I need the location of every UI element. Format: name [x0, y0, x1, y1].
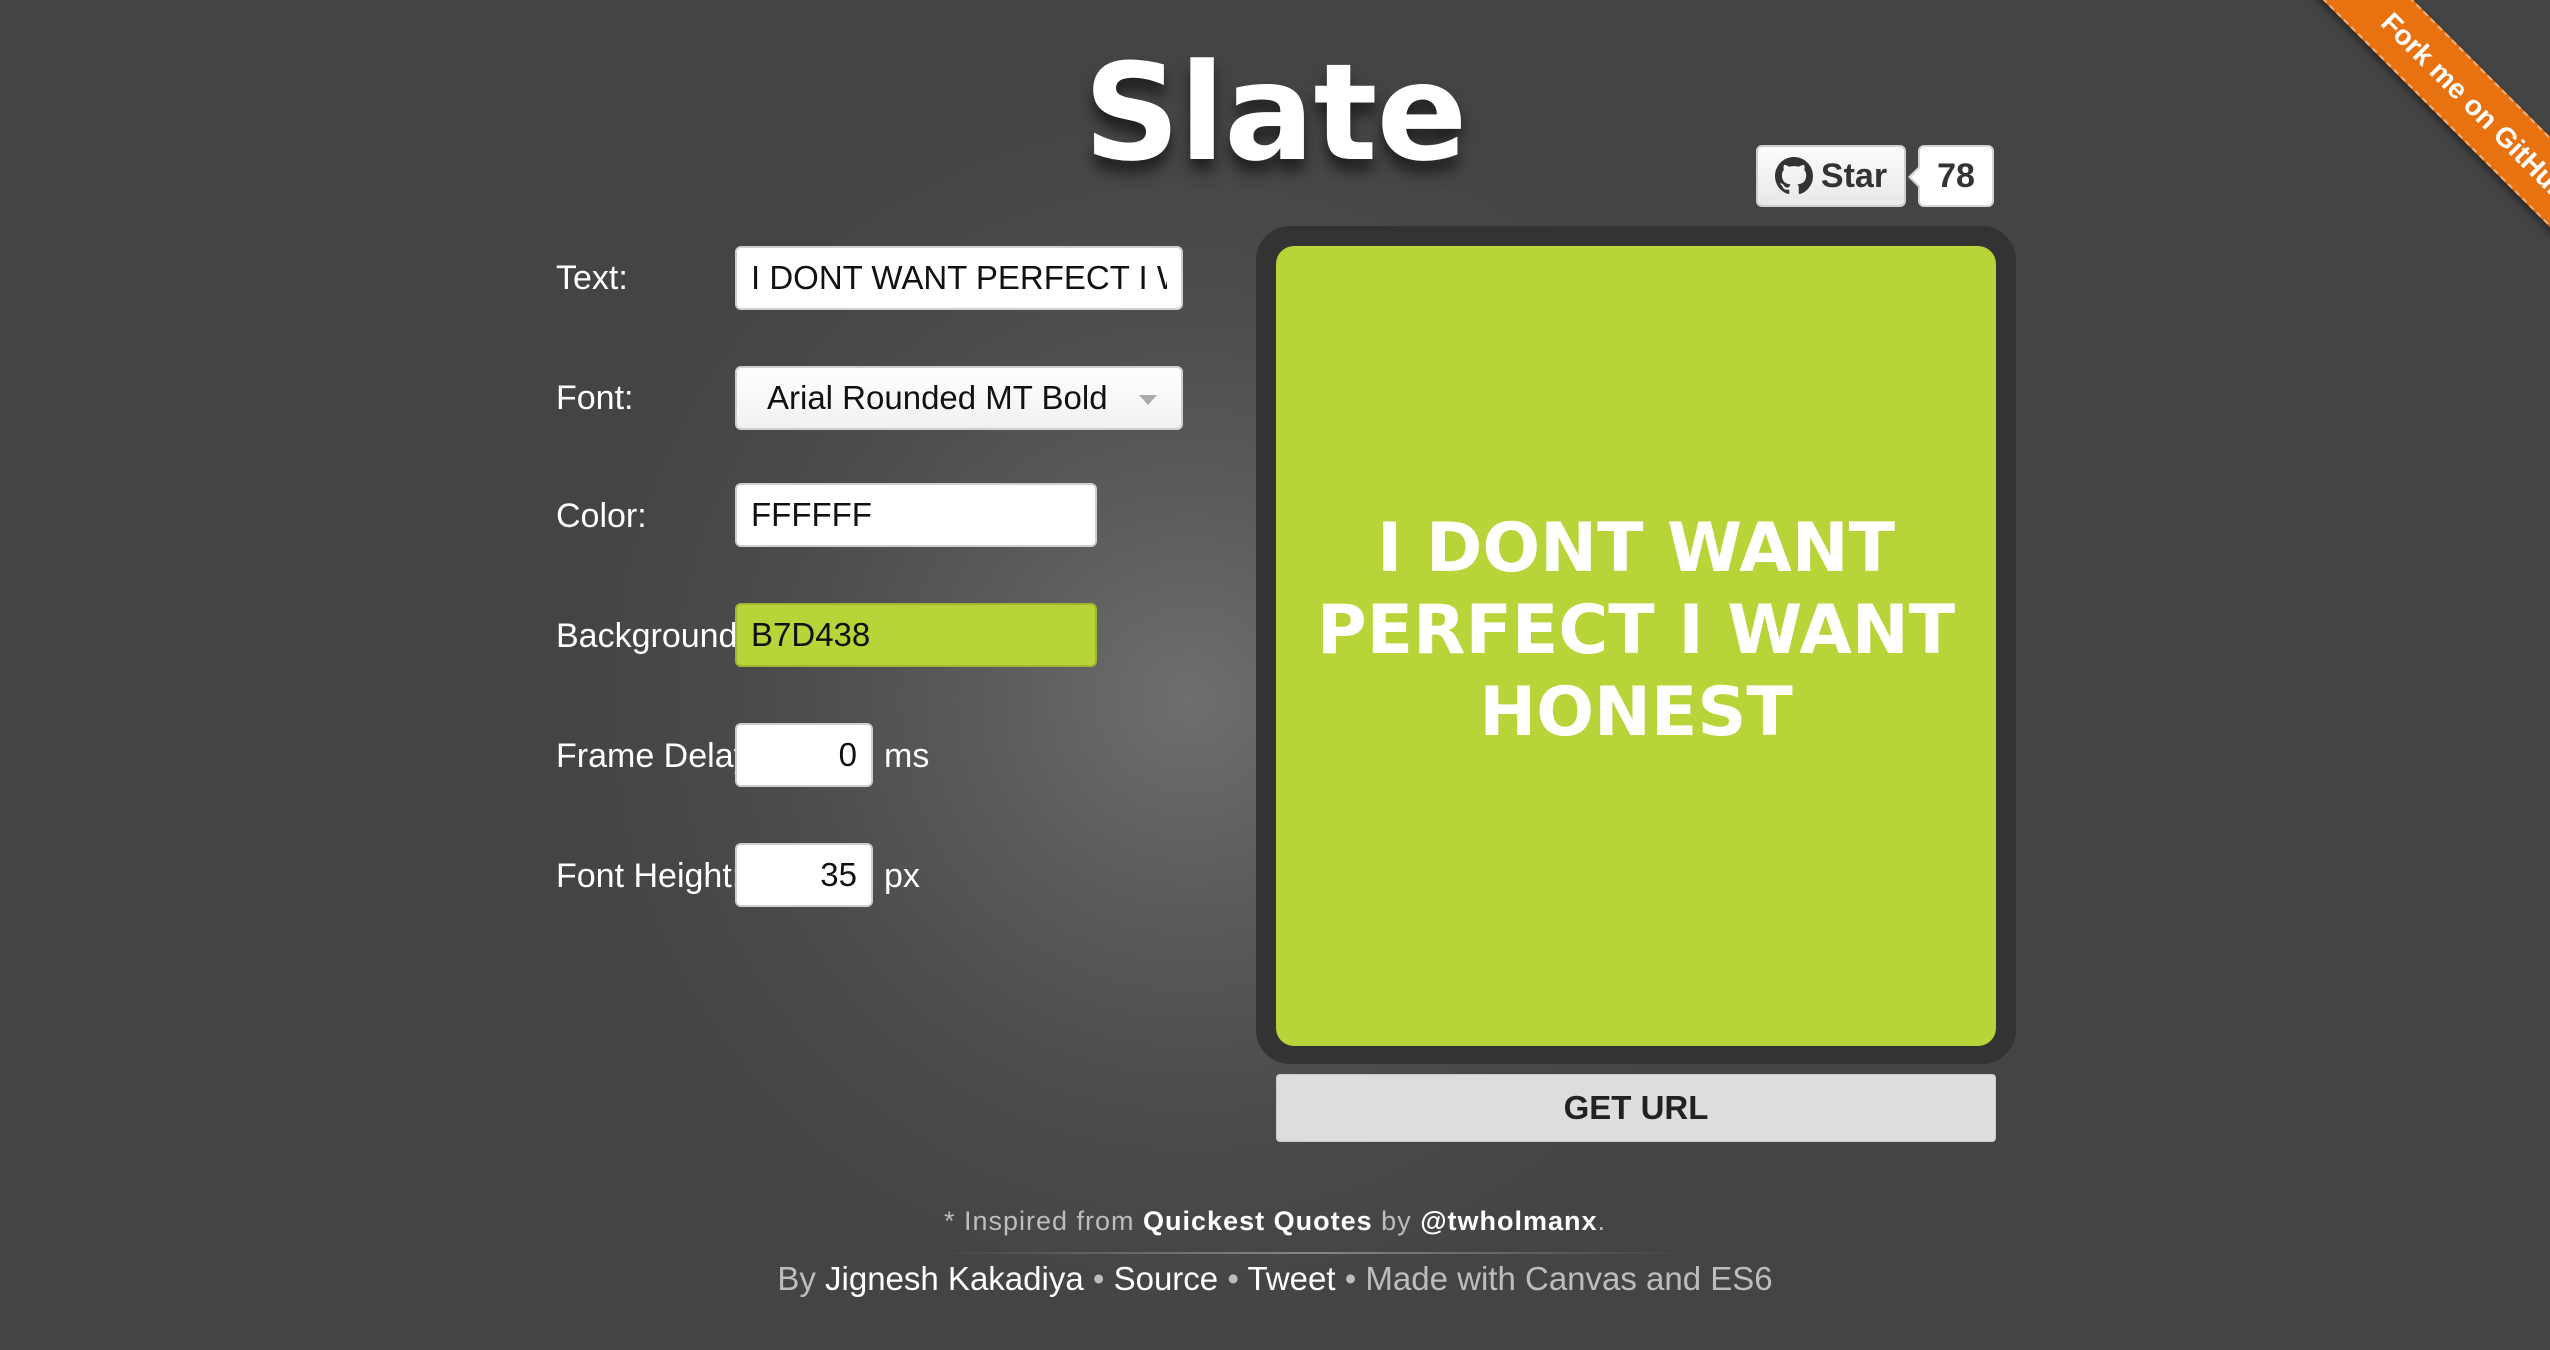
by-prefix: By: [777, 1260, 816, 1297]
preview-canvas: I DONT WANT PERFECT I WANT HONEST: [1276, 246, 1996, 1046]
text-label: Text:: [556, 259, 628, 297]
made-with-text: Made with Canvas and ES6: [1365, 1260, 1773, 1297]
background-input[interactable]: [735, 603, 1097, 667]
frame-delay-label: Frame Delay: [556, 737, 736, 775]
get-url-button[interactable]: GET URL: [1276, 1074, 1996, 1142]
source-link[interactable]: Source: [1114, 1260, 1219, 1297]
inspired-suffix: .: [1597, 1206, 1607, 1236]
twholmanx-link[interactable]: @twholmanx: [1420, 1206, 1597, 1236]
tweet-link[interactable]: Tweet: [1247, 1260, 1335, 1297]
footer-divider: [934, 1252, 1688, 1254]
fork-me-on-github-ribbon[interactable]: Fork me on GitHub: [2300, 0, 2550, 282]
font-height-input[interactable]: [735, 843, 873, 907]
color-input[interactable]: [735, 483, 1097, 547]
inspired-footer: * Inspired from Quickest Quotes by @twho…: [0, 1206, 2550, 1237]
inspired-prefix: * Inspired from: [943, 1206, 1135, 1236]
credits-footer: By Jignesh Kakadiya • Source • Tweet • M…: [0, 1260, 2550, 1298]
font-label: Font:: [556, 379, 634, 417]
font-select-value: Arial Rounded MT Bold: [767, 379, 1108, 416]
dropdown-arrow-icon: [1139, 395, 1157, 405]
color-label: Color:: [556, 497, 647, 535]
preview-text: I DONT WANT PERFECT I WANT HONEST: [1316, 509, 1956, 752]
font-height-unit: px: [884, 857, 920, 895]
text-input[interactable]: [735, 246, 1183, 310]
background-label: Background:: [556, 617, 736, 655]
separator: •: [1344, 1260, 1357, 1297]
fork-ribbon-container: Fork me on GitHub: [2250, 0, 2550, 300]
star-label: Star: [1820, 156, 1888, 195]
frame-delay-unit: ms: [884, 737, 930, 775]
frame-delay-input[interactable]: [735, 723, 873, 787]
page-title: Slate: [1083, 35, 1468, 191]
quickest-quotes-link[interactable]: Quickest Quotes: [1143, 1206, 1373, 1236]
font-select[interactable]: Arial Rounded MT Bold: [735, 366, 1183, 430]
github-star-button[interactable]: Star: [1756, 145, 1906, 207]
inspired-by: by: [1381, 1206, 1412, 1236]
github-icon: [1774, 157, 1813, 195]
separator: •: [1092, 1260, 1105, 1297]
author-link[interactable]: Jignesh Kakadiya: [825, 1260, 1084, 1297]
separator: •: [1227, 1260, 1239, 1297]
star-count[interactable]: 78: [1908, 145, 1994, 207]
font-height-label: Font Height:: [556, 857, 736, 895]
